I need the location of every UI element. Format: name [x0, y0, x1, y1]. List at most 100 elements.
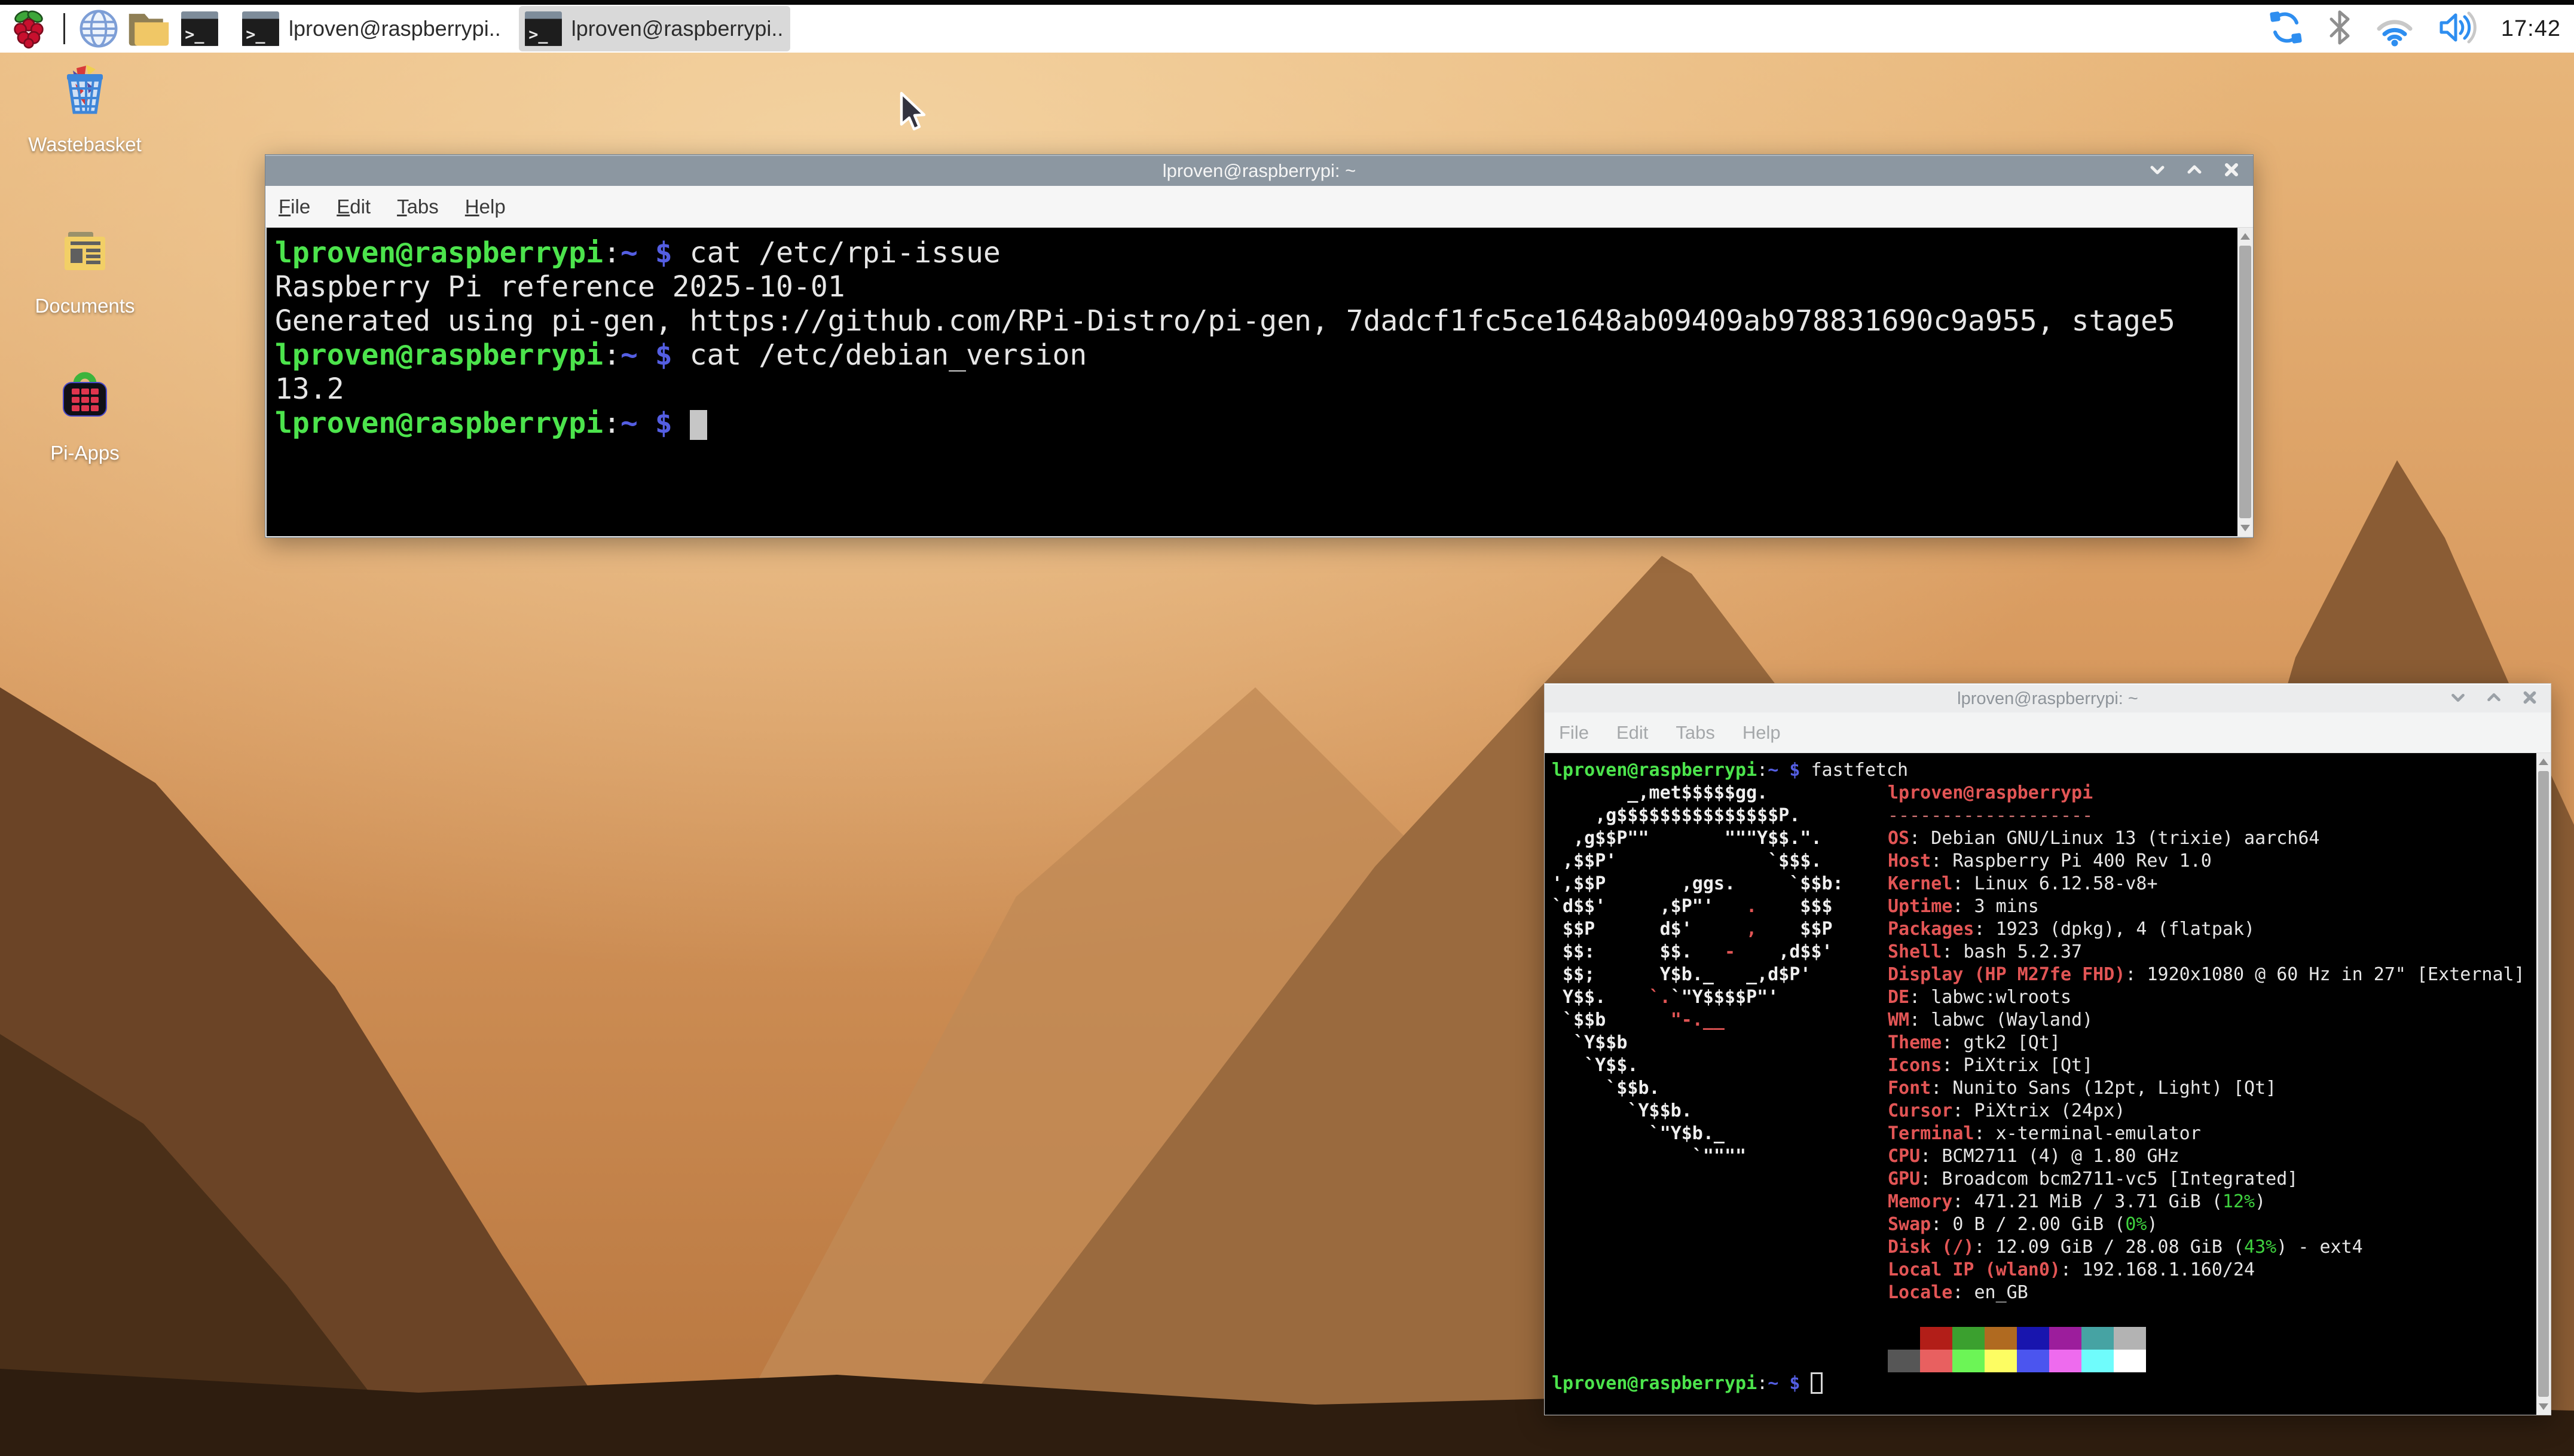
- fastfetch-entry: Display (HP M27fe FHD): 1920x1080 @ 60 H…: [1888, 963, 2525, 986]
- fastfetch-output: _,met$$$$$gg. ,g$$$$$$$$$$$$$$$P. ,g$$P"…: [1552, 782, 2529, 1372]
- menubar: File Edit Tabs Help: [1545, 712, 2551, 753]
- pi-apps-icon: [57, 366, 112, 426]
- svg-text:>_: >_: [246, 26, 265, 44]
- minimize-button[interactable]: [2448, 687, 2468, 711]
- scrollbar-thumb[interactable]: [2538, 771, 2549, 1397]
- text-cursor-hollow: [1811, 1372, 1823, 1394]
- task-label: lproven@raspberrypi..: [571, 16, 784, 41]
- fastfetch-entry: Disk (/): 12.09 GiB / 28.08 GiB (43%) - …: [1888, 1236, 2525, 1259]
- fastfetch-command-line: lproven@raspberrypi:~ $ fastfetch: [1552, 759, 2529, 782]
- volume-icon[interactable]: [2437, 8, 2480, 50]
- desktop-icon-documents[interactable]: Documents: [19, 224, 151, 317]
- scroll-up-arrow[interactable]: [2536, 753, 2551, 770]
- menu-tabs[interactable]: Tabs: [1676, 722, 1714, 744]
- scroll-down-arrow[interactable]: [2237, 519, 2253, 536]
- window-title: lproven@raspberrypi: ~: [1957, 689, 2138, 709]
- terminal-line: Generated using pi-gen, https://github.c…: [275, 304, 2229, 338]
- palette-swatch: [1952, 1350, 1985, 1372]
- close-button[interactable]: [2221, 159, 2242, 183]
- fastfetch-entry: Host: Raspberry Pi 400 Rev 1.0: [1888, 850, 2525, 873]
- menu-help[interactable]: Help: [465, 195, 506, 218]
- palette-swatch: [1920, 1327, 1952, 1350]
- desktop-icon-pi-apps[interactable]: Pi-Apps: [19, 366, 151, 464]
- palette-swatch: [1920, 1350, 1952, 1372]
- taskbar-task-terminal-2[interactable]: >_ lproven@raspberrypi..: [519, 6, 791, 51]
- menu-edit[interactable]: Edit: [337, 195, 371, 218]
- palette-swatch: [1952, 1327, 1985, 1350]
- fastfetch-entry: Terminal: x-terminal-emulator: [1888, 1122, 2525, 1145]
- window-titlebar[interactable]: lproven@raspberrypi: ~: [265, 155, 2253, 186]
- menu-tabs[interactable]: Tabs: [397, 195, 439, 218]
- desktop-icon-wastebasket[interactable]: Wastebasket: [19, 62, 151, 156]
- taskbar-task-terminal-1[interactable]: >_ lproven@raspberrypi..: [236, 6, 508, 51]
- web-browser-launcher[interactable]: [74, 6, 124, 51]
- menu-raspberry-button[interactable]: [0, 6, 57, 51]
- terminal-icon: >_: [524, 10, 563, 47]
- task-label: lproven@raspberrypi..: [289, 16, 501, 41]
- scrollbar[interactable]: [2536, 753, 2551, 1415]
- mouse-cursor: [894, 91, 936, 136]
- menu-help[interactable]: Help: [1743, 722, 1781, 744]
- palette-swatch: [1985, 1350, 2017, 1372]
- fastfetch-entry: GPU: Broadcom bcm2711-vc5 [Integrated]: [1888, 1168, 2525, 1191]
- desktop-icon-label: Documents: [19, 295, 151, 317]
- terminal-icon: >_: [241, 10, 280, 47]
- terminal-content[interactable]: lproven@raspberrypi:~ $ cat /etc/rpi-iss…: [265, 228, 2253, 537]
- documents-folder-icon: [57, 224, 112, 279]
- menu-file[interactable]: File: [279, 195, 310, 218]
- palette-row-bright: [1888, 1350, 2525, 1372]
- clock[interactable]: 17:42: [2501, 16, 2561, 42]
- minimize-button[interactable]: [2147, 159, 2168, 183]
- wifi-icon[interactable]: [2374, 8, 2415, 50]
- palette-swatch: [2017, 1327, 2049, 1350]
- terminal-launcher[interactable]: >_: [174, 6, 225, 51]
- scrollbar-thumb[interactable]: [2239, 246, 2251, 518]
- fastfetch-entry: Shell: bash 5.2.37: [1888, 941, 2525, 963]
- wastebasket-icon: [57, 62, 112, 117]
- fastfetch-entry: Locale: en_GB: [1888, 1281, 2525, 1304]
- fastfetch-entry: DE: labwc:wlroots: [1888, 986, 2525, 1009]
- terminal-line: lproven@raspberrypi:~ $ cat /etc/debian_…: [275, 338, 2229, 372]
- window-titlebar[interactable]: lproven@raspberrypi: ~: [1545, 684, 2551, 712]
- fastfetch-entry: Icons: PiXtrix [Qt]: [1888, 1054, 2525, 1077]
- bluetooth-icon[interactable]: [2327, 8, 2353, 50]
- terminal-window-1: lproven@raspberrypi: ~ FileEditTabsHelp …: [265, 154, 2254, 538]
- terminal1-output: lproven@raspberrypi:~ $ cat /etc/rpi-iss…: [275, 236, 2229, 441]
- desktop-icon-label: Wastebasket: [19, 133, 151, 156]
- svg-text:>_: >_: [528, 26, 548, 44]
- fastfetch-entry: Theme: gtk2 [Qt]: [1888, 1032, 2525, 1054]
- palette-swatch: [2114, 1327, 2146, 1350]
- terminal-window-2: lproven@raspberrypi: ~ FileEditTabsHelp …: [1544, 683, 2551, 1415]
- taskbar-separator: [63, 13, 65, 44]
- fastfetch-entry: Swap: 0 B / 2.00 GiB (0%): [1888, 1213, 2525, 1236]
- taskbar-status-area: 17:42: [2267, 8, 2574, 50]
- terminal-content[interactable]: lproven@raspberrypi:~ $ fastfetch _,met$…: [1545, 753, 2551, 1415]
- maximize-button[interactable]: [2484, 687, 2504, 711]
- fastfetch-entry: WM: labwc (Wayland): [1888, 1009, 2525, 1032]
- window-title: lproven@raspberrypi: ~: [1163, 160, 1356, 182]
- menu-edit[interactable]: Edit: [1616, 722, 1648, 744]
- scroll-down-arrow[interactable]: [2536, 1398, 2551, 1415]
- file-manager-launcher[interactable]: [124, 6, 174, 51]
- updates-sync-icon[interactable]: [2267, 8, 2305, 50]
- text-cursor: [690, 410, 707, 440]
- fastfetch-info-column: lproven@raspberrypi-------------------OS…: [1888, 782, 2525, 1372]
- terminal-prompt-line: lproven@raspberrypi:~ $: [1552, 1372, 2529, 1395]
- screen-top-strip: [0, 0, 2574, 5]
- fastfetch-entry: Memory: 471.21 MiB / 3.71 GiB (12%): [1888, 1191, 2525, 1213]
- scrollbar[interactable]: [2237, 228, 2253, 536]
- close-button[interactable]: [2520, 687, 2540, 711]
- palette-swatch: [1888, 1327, 1920, 1350]
- menu-file[interactable]: File: [1559, 722, 1589, 744]
- fastfetch-entry: Cursor: PiXtrix (24px): [1888, 1100, 2525, 1122]
- globe-icon: [77, 7, 120, 50]
- terminal-line: Raspberry Pi reference 2025-10-01: [275, 270, 2229, 304]
- maximize-button[interactable]: [2184, 159, 2205, 183]
- debian-ascii-logo: _,met$$$$$gg. ,g$$$$$$$$$$$$$$$P. ,g$$P"…: [1552, 782, 1888, 1372]
- fastfetch-entry: Local IP (wlan0): 192.168.1.160/24: [1888, 1259, 2525, 1281]
- scroll-up-arrow[interactable]: [2237, 228, 2253, 244]
- palette-swatch: [1888, 1350, 1920, 1372]
- palette-swatch: [1985, 1327, 2017, 1350]
- fastfetch-entry: Packages: 1923 (dpkg), 4 (flatpak): [1888, 918, 2525, 941]
- palette-swatch: [2049, 1350, 2081, 1372]
